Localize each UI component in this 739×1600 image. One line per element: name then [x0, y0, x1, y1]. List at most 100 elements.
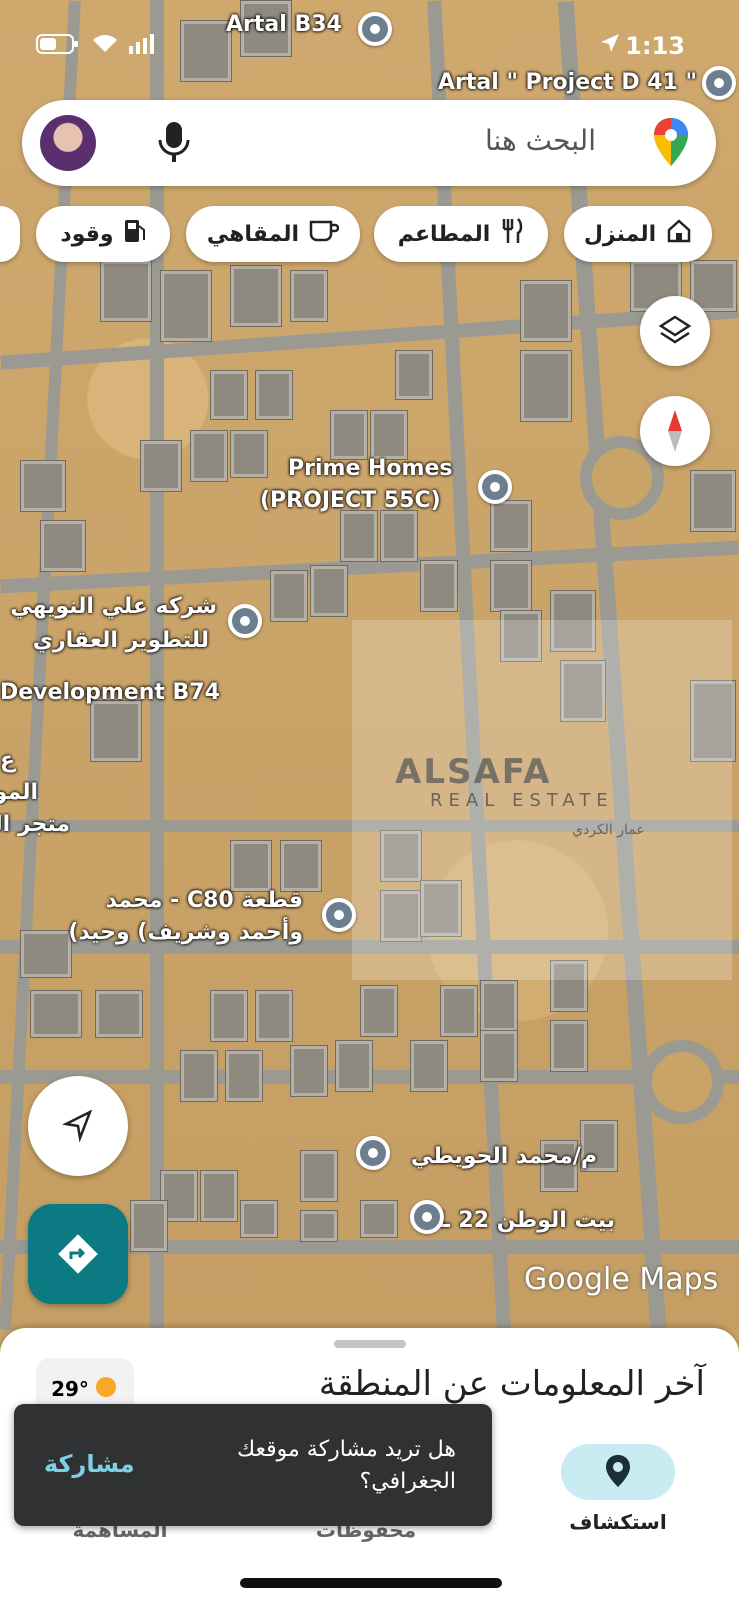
google-maps-logo-icon [652, 116, 690, 168]
map-label-beit-alwatan[interactable]: بيت الوطن L 22 [437, 1208, 615, 1233]
building [280, 840, 322, 892]
coffee-icon [309, 218, 340, 250]
building [240, 1200, 278, 1238]
chip-home-label: المنزل [583, 221, 657, 247]
building [310, 565, 348, 617]
mic-icon[interactable] [154, 120, 194, 166]
place-pin-icon[interactable] [410, 1200, 444, 1234]
building [100, 260, 152, 322]
place-pin-icon[interactable] [478, 470, 512, 504]
building [160, 270, 212, 342]
building [90, 700, 142, 762]
map-label-artal-d41[interactable]: Artal " Project D 41 " [438, 70, 697, 95]
chip-fuel-label: وقود [60, 221, 114, 247]
building [480, 1030, 518, 1082]
map-label-prime-homes-project[interactable]: (PROJECT 55C) [260, 488, 441, 513]
home-indicator[interactable] [240, 1578, 502, 1588]
compass-icon [668, 410, 682, 456]
watermark-brand: ALSAFA [395, 752, 552, 792]
building [550, 1020, 588, 1072]
directions-icon [58, 1234, 98, 1278]
building [520, 350, 572, 422]
building [395, 350, 433, 400]
share-button[interactable]: مشاركة [44, 1450, 135, 1478]
area-updates-title: آخر المعلومات عن المنطقة [318, 1364, 705, 1404]
building [30, 990, 82, 1038]
building [480, 980, 518, 1032]
building [20, 460, 66, 512]
building [290, 1045, 328, 1097]
status-bar: 1:13 [0, 26, 739, 66]
building [210, 370, 248, 420]
directions-button[interactable] [28, 1204, 128, 1304]
search-bar[interactable]: البحث هنا [22, 100, 716, 186]
map-label-edge-2: الموب [0, 780, 38, 805]
building [440, 985, 478, 1037]
battery-icon [36, 32, 80, 62]
building [340, 510, 378, 562]
building [335, 1040, 373, 1092]
building [290, 270, 328, 322]
building [490, 500, 532, 552]
building [140, 440, 182, 492]
building [180, 1050, 218, 1102]
nav-explore[interactable]: استكشاف [548, 1444, 688, 1534]
building [230, 265, 282, 327]
avatar[interactable] [40, 115, 96, 171]
building [95, 990, 143, 1038]
map-label-nowaihy-sub[interactable]: للتطوير العقاري [33, 628, 209, 653]
map-label-prime-homes[interactable]: Prime Homes [288, 456, 452, 481]
home-icon [666, 218, 692, 250]
place-pin-icon[interactable] [356, 1136, 390, 1170]
building [690, 470, 736, 532]
building [210, 990, 248, 1042]
navigation-arrow-icon [62, 1109, 94, 1146]
map-label-edge-1: ع [0, 748, 16, 773]
building [490, 560, 532, 612]
weather-temperature: 29° [51, 1377, 89, 1401]
building [380, 510, 418, 562]
building [200, 1170, 238, 1222]
nav-explore-label: استكشاف [569, 1510, 667, 1534]
building [300, 1210, 338, 1242]
signal-icon [128, 32, 154, 60]
search-input[interactable]: البحث هنا [485, 124, 596, 157]
sun-icon [93, 1374, 119, 1405]
building [40, 520, 86, 572]
building [370, 410, 408, 460]
snackbar-message: هل تريد مشاركة موقعك الجغرافي؟ [236, 1437, 456, 1494]
map-label-c80-sub[interactable]: وأحمد وشريف) وحيد) [68, 920, 303, 945]
restaurant-icon [500, 217, 524, 251]
building [330, 410, 368, 460]
chip-fuel[interactable]: وقود [36, 206, 170, 262]
place-pin-icon[interactable] [322, 898, 356, 932]
my-location-button[interactable] [28, 1076, 128, 1176]
building [300, 1150, 338, 1202]
google-maps-attribution: Google Maps [524, 1262, 719, 1297]
map-label-c80[interactable]: قطعة C80 - محمد [106, 888, 303, 913]
building [255, 370, 293, 420]
building [130, 1200, 168, 1252]
compass-button[interactable] [640, 396, 710, 466]
building [420, 560, 458, 612]
layers-icon [658, 314, 692, 352]
map-label-howaity[interactable]: م/محمد الحويطي [411, 1144, 597, 1169]
chip-restaurants[interactable]: المطاعم [374, 206, 548, 262]
wifi-icon [90, 30, 120, 62]
fuel-icon [124, 218, 146, 250]
place-pin-icon[interactable] [702, 66, 736, 100]
building [225, 1050, 263, 1102]
chip-home[interactable]: المنزل [564, 206, 712, 262]
layers-button[interactable] [640, 296, 710, 366]
roundabout [640, 1040, 724, 1124]
chip-restaurants-label: المطاعم [397, 221, 491, 247]
building [410, 1040, 448, 1092]
map-label-nowaihy[interactable]: شركه علي النويهي [10, 594, 217, 619]
chip-cafes[interactable]: المقاهي [186, 206, 360, 262]
building [230, 840, 272, 892]
sheet-handle[interactable] [334, 1340, 406, 1348]
map-label-edge-3: متجر الد [0, 812, 70, 837]
map-label-development-b74[interactable]: Development B74 [0, 680, 220, 705]
place-pin-icon[interactable] [228, 604, 262, 638]
building [360, 985, 398, 1037]
